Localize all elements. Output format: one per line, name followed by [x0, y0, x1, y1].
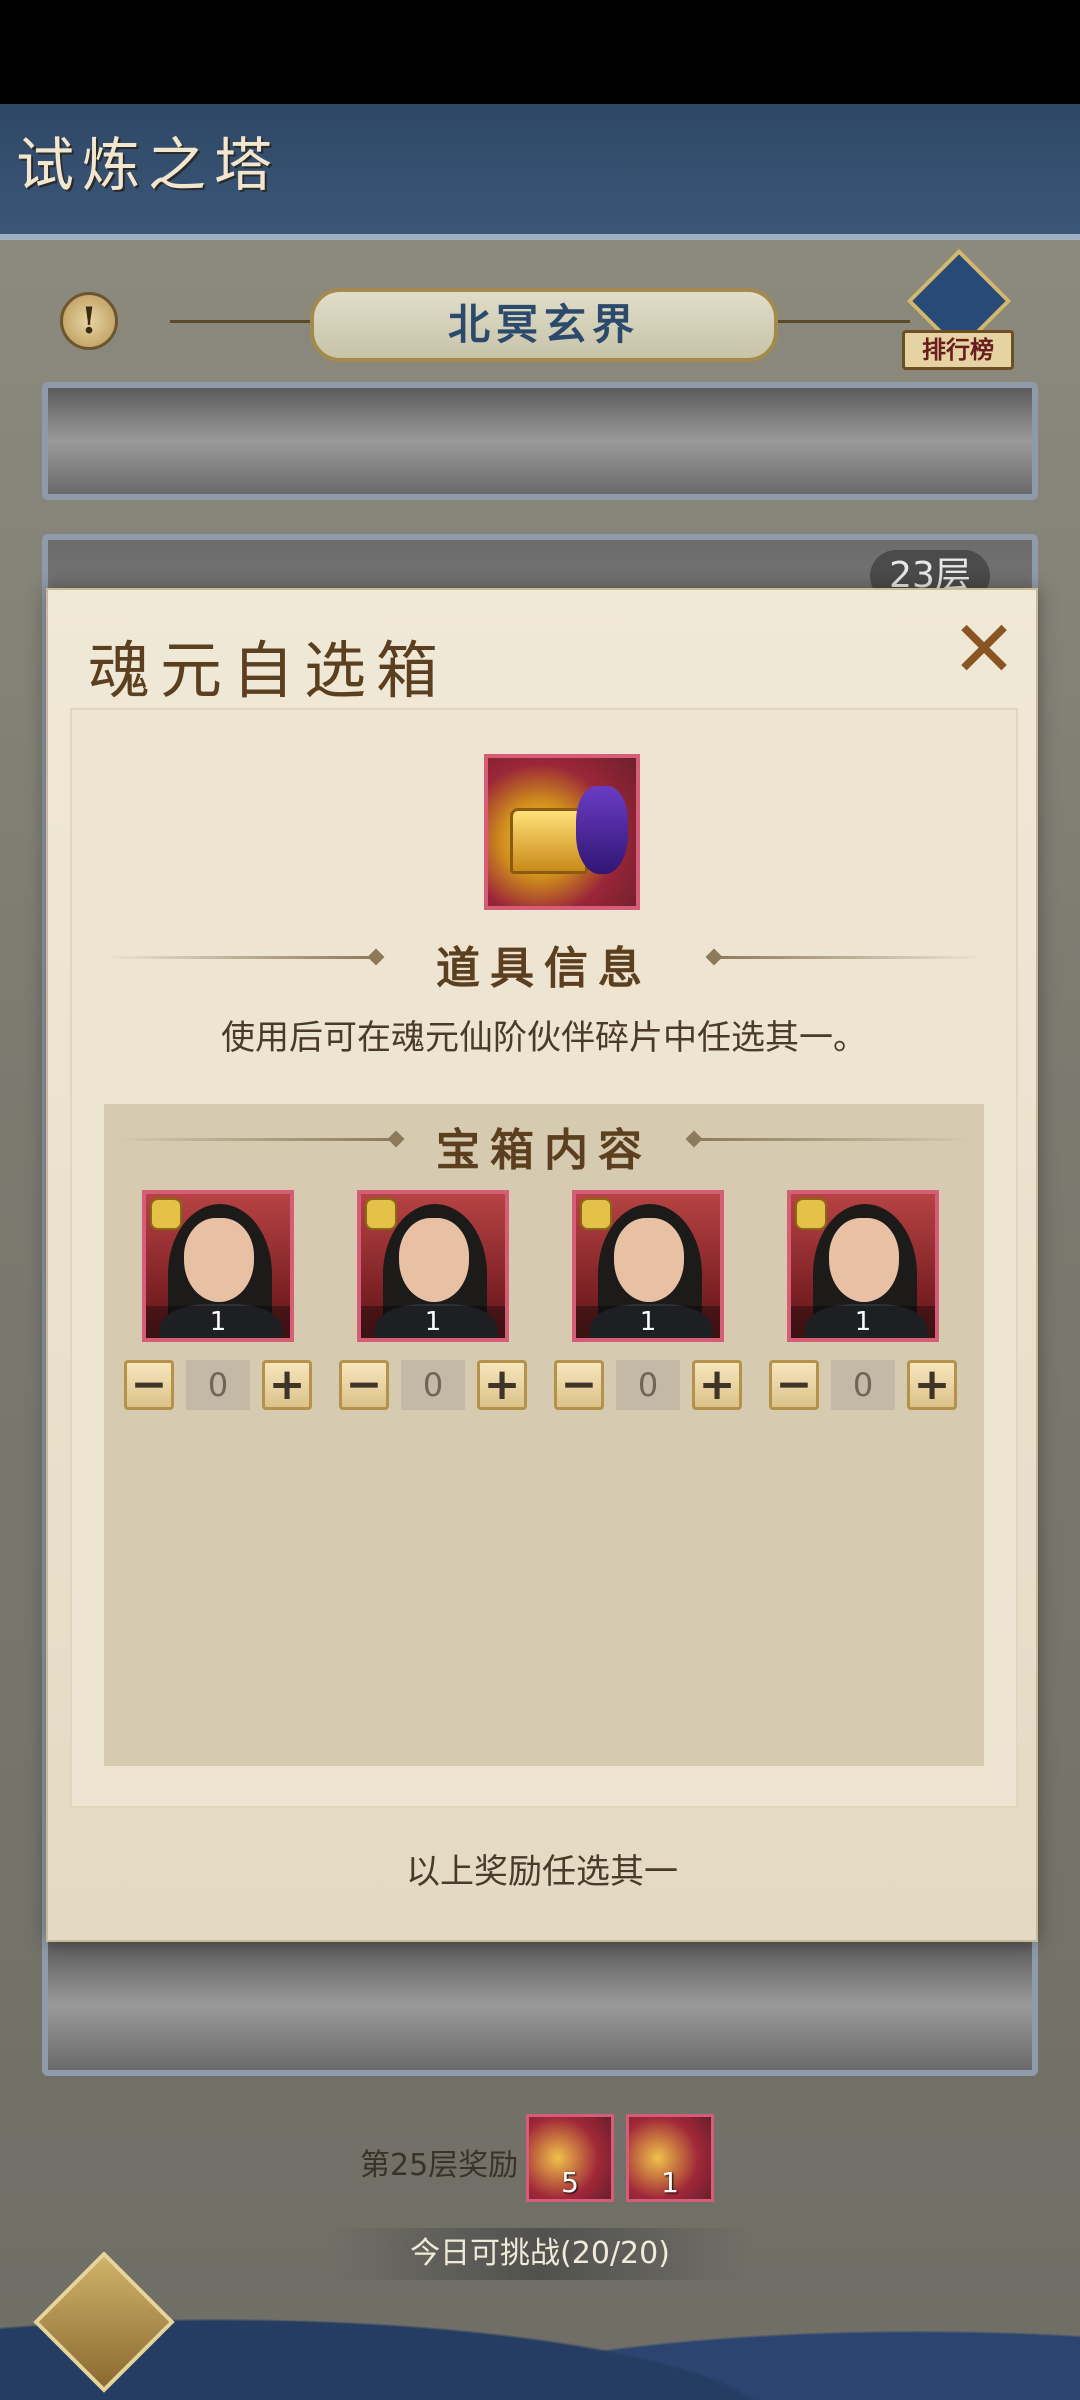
minus-button[interactable]: − [554, 1360, 604, 1410]
puzzle-piece-icon [367, 1200, 395, 1228]
hero-face [399, 1218, 469, 1302]
hero-face [829, 1218, 899, 1302]
reward-item[interactable]: 5 [526, 2114, 614, 2202]
minus-button[interactable]: − [339, 1360, 389, 1410]
quantity-value: 0 [831, 1360, 895, 1410]
status-bar [0, 0, 1080, 104]
fragment-count: 1 [361, 1306, 505, 1338]
chest-contents-heading: 宝箱内容 [436, 1125, 652, 1176]
divider [694, 1138, 974, 1141]
item-icon [484, 754, 640, 910]
reward-quantity: 1 [661, 2166, 679, 2199]
dialog-body: 道具信息 使用后可在魂元仙阶伙伴碎片中任选其一。 宝箱内容 1 − 0 + 1 … [70, 708, 1018, 1808]
reward-item[interactable]: 1 [626, 2114, 714, 2202]
quantity-value: 0 [186, 1360, 250, 1410]
dialog-title: 魂元自选箱 [88, 634, 449, 707]
hero-face [184, 1218, 254, 1302]
puzzle-piece-icon [797, 1200, 825, 1228]
hero-fragment-card[interactable]: 1 [142, 1190, 294, 1342]
minus-button[interactable]: − [769, 1360, 819, 1410]
item-info-heading: 道具信息 [436, 943, 652, 994]
chest-contents-panel: 宝箱内容 1 − 0 + 1 − 0 + 1 − 0 + 1 − 0 + [104, 1104, 984, 1766]
chest-select-dialog: 魂元自选箱 ✕ 道具信息 使用后可在魂元仙阶伙伴碎片中任选其一。 宝箱内容 1 [46, 588, 1038, 1942]
fragment-count: 1 [146, 1306, 290, 1338]
reward-label: 第25层奖励 [360, 2148, 519, 2183]
minus-button[interactable]: − [124, 1360, 174, 1410]
divider [714, 956, 984, 959]
hero-fragment-card[interactable]: 1 [357, 1190, 509, 1342]
quantity-stepper: − 0 + [769, 1360, 959, 1412]
hero-fragment-card[interactable]: 1 [572, 1190, 724, 1342]
hero-face [614, 1218, 684, 1302]
quantity-value: 0 [401, 1360, 465, 1410]
dialog-footer-note: 以上奖励任选其一 [406, 1852, 678, 1892]
hero-fragment-card[interactable]: 1 [787, 1190, 939, 1342]
gourd-icon [576, 786, 628, 874]
plus-button[interactable]: + [477, 1360, 527, 1410]
quantity-value: 0 [616, 1360, 680, 1410]
plus-button[interactable]: + [692, 1360, 742, 1410]
fragment-count: 1 [791, 1306, 935, 1338]
item-description: 使用后可在魂元仙阶伙伴碎片中任选其一。 [221, 1018, 867, 1058]
close-icon[interactable]: ✕ [948, 611, 1020, 689]
plus-button[interactable]: + [262, 1360, 312, 1410]
puzzle-piece-icon [152, 1200, 180, 1228]
fragment-count: 1 [576, 1306, 720, 1338]
quantity-stepper: − 0 + [554, 1360, 744, 1412]
puzzle-piece-icon [582, 1200, 610, 1228]
reward-quantity: 5 [561, 2166, 579, 2199]
plus-button[interactable]: + [907, 1360, 957, 1410]
quantity-stepper: − 0 + [124, 1360, 314, 1412]
quantity-stepper: − 0 + [339, 1360, 529, 1412]
